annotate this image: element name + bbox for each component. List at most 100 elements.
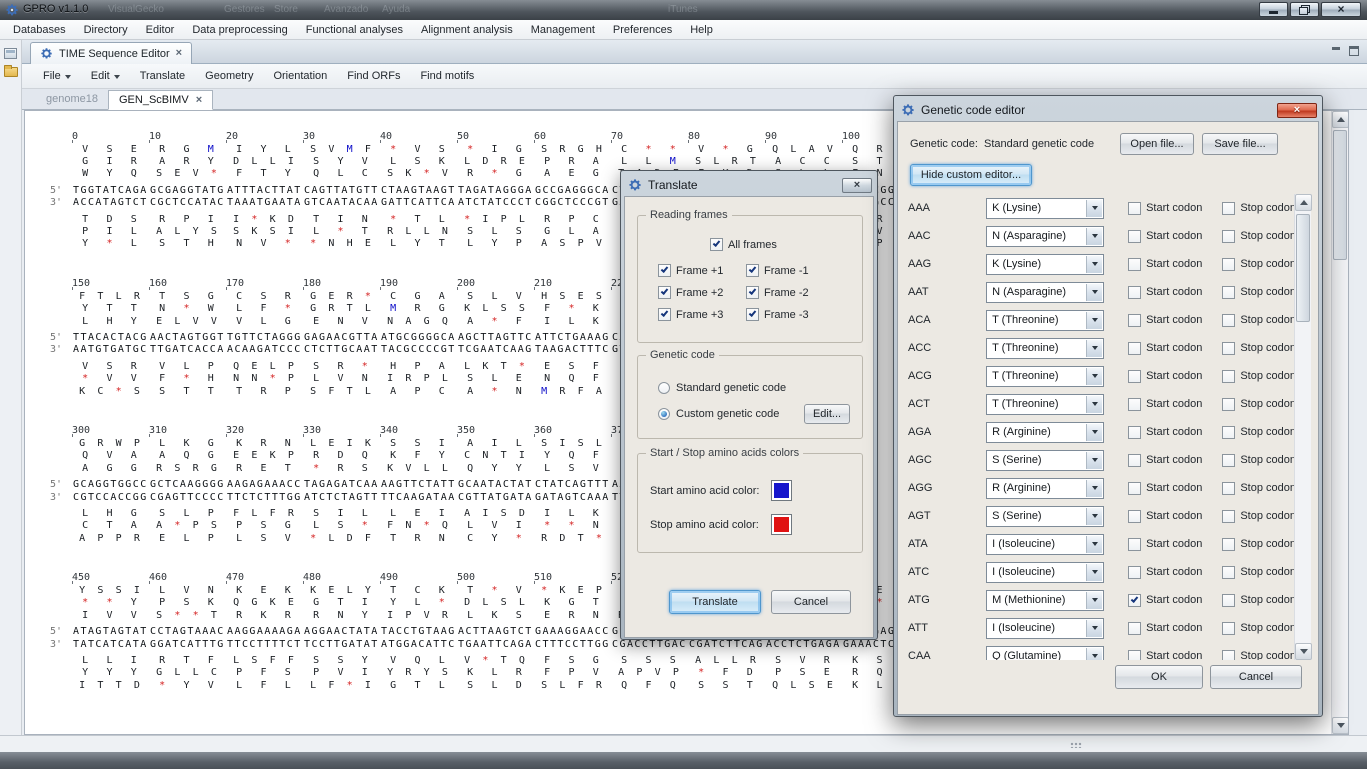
start-codon-checkbox[interactable]: Start codon <box>1128 622 1202 635</box>
checkbox-frame-3[interactable]: Frame -3 <box>746 308 834 321</box>
scrollbar-thumb[interactable] <box>1296 214 1310 322</box>
amino-acid-select[interactable]: I (Isoleucine) <box>986 562 1104 583</box>
start-codon-checkbox[interactable]: Start codon <box>1128 650 1202 661</box>
restore-view-icon[interactable] <box>4 48 17 59</box>
stop-codon-checkbox[interactable]: Stop codon <box>1222 566 1296 579</box>
amino-acid-select[interactable]: S (Serine) <box>986 506 1104 527</box>
amino-acid-select[interactable]: I (Isoleucine) <box>986 534 1104 555</box>
standard-genetic-code-radio[interactable]: Standard genetic code <box>658 382 786 394</box>
amino-acid-select[interactable]: Q (Glutamine) <box>986 646 1104 661</box>
all-frames-checkbox[interactable]: All frames <box>710 238 777 251</box>
scroll-up-button[interactable] <box>1332 111 1349 128</box>
open-file-button[interactable]: Open file... <box>1120 133 1194 155</box>
start-codon-checkbox[interactable]: Start codon <box>1128 370 1202 383</box>
menubar-item-editor[interactable]: Editor <box>137 22 184 38</box>
stop-codon-checkbox[interactable]: Stop codon <box>1222 370 1296 383</box>
amino-acid-select[interactable]: R (Arginine) <box>986 478 1104 499</box>
stop-codon-checkbox[interactable]: Stop codon <box>1222 342 1296 355</box>
start-codon-checkbox[interactable]: Start codon <box>1128 314 1202 327</box>
close-window-button[interactable]: × <box>1321 2 1361 17</box>
ok-button[interactable]: OK <box>1115 665 1203 689</box>
start-codon-checkbox[interactable]: Start codon <box>1128 230 1202 243</box>
folder-icon[interactable] <box>4 67 18 77</box>
amino-acid-select[interactable]: T (Threonine) <box>986 338 1104 359</box>
close-translate-dialog-button[interactable]: × <box>842 178 872 193</box>
stop-codon-checkbox[interactable]: Stop codon <box>1222 426 1296 439</box>
start-codon-checkbox[interactable]: Start codon <box>1128 454 1202 467</box>
start-codon-checkbox[interactable]: Start codon <box>1128 538 1202 551</box>
amino-acid-select[interactable]: K (Lysine) <box>986 198 1104 219</box>
stop-codon-checkbox[interactable]: Stop codon <box>1222 650 1296 661</box>
menubar-item-directory[interactable]: Directory <box>75 22 137 38</box>
stop-codon-checkbox[interactable]: Stop codon <box>1222 510 1296 523</box>
maximize-view-icon[interactable] <box>1349 46 1359 56</box>
toolbar-button-geometry[interactable]: Geometry <box>196 67 262 85</box>
amino-acid-select[interactable]: S (Serine) <box>986 450 1104 471</box>
start-codon-checkbox[interactable]: Start codon <box>1128 286 1202 299</box>
stop-codon-checkbox[interactable]: Stop codon <box>1222 230 1296 243</box>
amino-acid-select[interactable]: T (Threonine) <box>986 394 1104 415</box>
checkbox-frame-3[interactable]: Frame +3 <box>658 308 746 321</box>
amino-acid-select[interactable]: I (Isoleucine) <box>986 618 1104 639</box>
scroll-down-button[interactable] <box>1295 643 1312 660</box>
amino-acid-select[interactable]: K (Lysine) <box>986 254 1104 275</box>
restore-window-button[interactable] <box>1290 2 1319 17</box>
checkbox-frame-2[interactable]: Frame -2 <box>746 286 834 299</box>
start-color-swatch[interactable] <box>771 480 792 501</box>
edit-genetic-code-button[interactable]: Edit... <box>804 404 850 424</box>
menubar-item-alignment-analysis[interactable]: Alignment analysis <box>412 22 522 38</box>
menubar-item-management[interactable]: Management <box>522 22 604 38</box>
close-view-tab-icon[interactable]: × <box>176 48 182 59</box>
close-tab-icon[interactable]: × <box>196 95 202 106</box>
start-codon-checkbox[interactable]: Start codon <box>1128 398 1202 411</box>
start-codon-checkbox[interactable]: Start codon <box>1128 258 1202 271</box>
menubar-item-preferences[interactable]: Preferences <box>604 22 681 38</box>
stop-codon-checkbox[interactable]: Stop codon <box>1222 258 1296 271</box>
stop-codon-checkbox[interactable]: Stop codon <box>1222 202 1296 215</box>
start-codon-checkbox[interactable]: Start codon <box>1128 342 1202 355</box>
amino-acid-select[interactable]: N (Asparagine) <box>986 282 1104 303</box>
start-codon-checkbox[interactable]: Start codon <box>1128 566 1202 579</box>
minimize-view-icon[interactable] <box>1331 46 1341 56</box>
menubar-item-data-preprocessing[interactable]: Data preprocessing <box>183 22 296 38</box>
codon-list-scrollbar[interactable] <box>1294 194 1311 660</box>
amino-acid-select[interactable]: N (Asparagine) <box>986 226 1104 247</box>
checkbox-frame-1[interactable]: Frame +1 <box>658 264 746 277</box>
gce-dialog-titlebar[interactable]: Genetic code editor × <box>897 99 1319 121</box>
save-file-button[interactable]: Save file... <box>1202 133 1278 155</box>
stop-codon-checkbox[interactable]: Stop codon <box>1222 398 1296 411</box>
view-tab-sequence-editor[interactable]: TIME Sequence Editor × <box>30 42 192 64</box>
translate-dialog-titlebar[interactable]: Translate × <box>624 174 874 196</box>
document-tab-gen-scbimv[interactable]: GEN_ScBIMV× <box>108 90 213 110</box>
minimize-window-button[interactable] <box>1259 2 1288 17</box>
scrollbar-thumb[interactable] <box>1333 130 1347 260</box>
start-codon-checkbox[interactable]: Start codon <box>1128 482 1202 495</box>
toolbar-button-find-orfs[interactable]: Find ORFs <box>338 67 409 85</box>
start-codon-checkbox[interactable]: Start codon <box>1128 594 1202 607</box>
stop-codon-checkbox[interactable]: Stop codon <box>1222 482 1296 495</box>
hide-custom-editor-button[interactable]: Hide custom editor... <box>910 164 1032 186</box>
amino-acid-select[interactable]: T (Threonine) <box>986 310 1104 331</box>
start-codon-checkbox[interactable]: Start codon <box>1128 426 1202 439</box>
checkbox-frame-1[interactable]: Frame -1 <box>746 264 834 277</box>
stop-codon-checkbox[interactable]: Stop codon <box>1222 538 1296 551</box>
document-tab-genome18[interactable]: genome18 <box>36 89 108 109</box>
stop-codon-checkbox[interactable]: Stop codon <box>1222 594 1296 607</box>
amino-acid-select[interactable]: T (Threonine) <box>986 366 1104 387</box>
amino-acid-select[interactable]: R (Arginine) <box>986 422 1104 443</box>
toolbar-button-translate[interactable]: Translate <box>131 67 194 85</box>
menubar-item-help[interactable]: Help <box>681 22 722 38</box>
close-gce-dialog-button[interactable]: × <box>1277 103 1317 118</box>
stop-codon-checkbox[interactable]: Stop codon <box>1222 286 1296 299</box>
stop-codon-checkbox[interactable]: Stop codon <box>1222 622 1296 635</box>
gce-cancel-button[interactable]: Cancel <box>1210 665 1302 689</box>
toolbar-button-edit[interactable]: Edit <box>82 67 129 85</box>
translate-cancel-button[interactable]: Cancel <box>771 590 851 614</box>
stop-codon-checkbox[interactable]: Stop codon <box>1222 454 1296 467</box>
start-codon-checkbox[interactable]: Start codon <box>1128 202 1202 215</box>
toolbar-button-find-motifs[interactable]: Find motifs <box>411 67 483 85</box>
toolbar-button-file[interactable]: File <box>34 67 80 85</box>
start-codon-checkbox[interactable]: Start codon <box>1128 510 1202 523</box>
amino-acid-select[interactable]: M (Methionine) <box>986 590 1104 611</box>
stop-color-swatch[interactable] <box>771 514 792 535</box>
